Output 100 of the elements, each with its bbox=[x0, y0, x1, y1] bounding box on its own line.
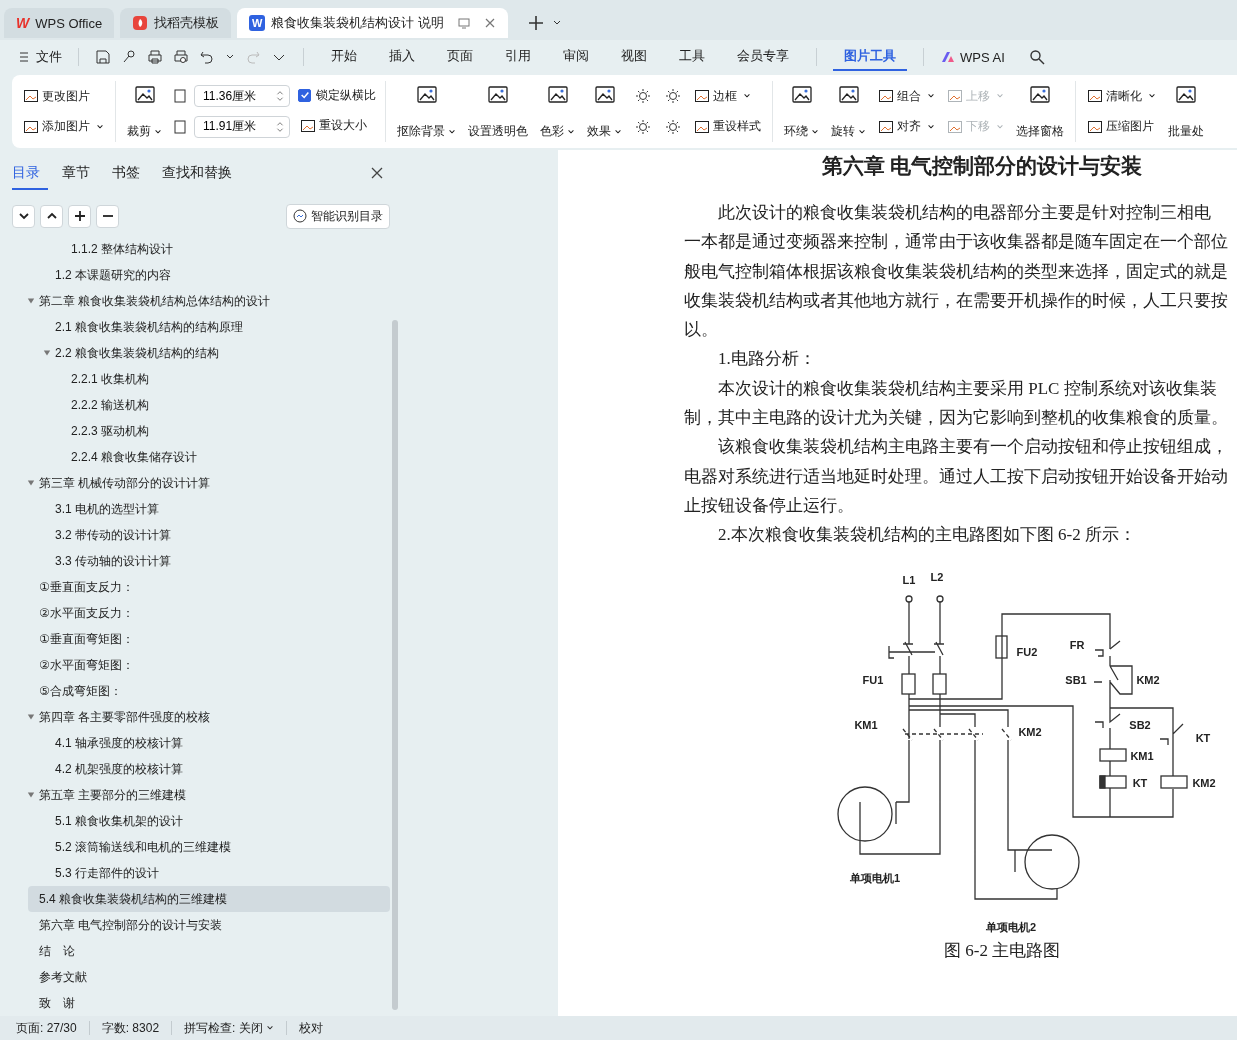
ribbon-button[interactable]: 旋转 bbox=[829, 81, 868, 142]
sidebar-tab[interactable]: 目录 bbox=[12, 156, 48, 190]
spinner-icon[interactable] bbox=[275, 120, 285, 133]
ribbon-button[interactable]: 重设大小 bbox=[298, 115, 369, 137]
ribbon-button[interactable]: 边框 bbox=[692, 85, 753, 107]
size-field[interactable]: 11.36厘米 bbox=[194, 85, 290, 108]
circuit-label: FR bbox=[1069, 638, 1085, 651]
print-icon[interactable] bbox=[147, 49, 163, 65]
chevron-up-button[interactable] bbox=[40, 204, 63, 228]
size-field[interactable]: 11.91厘米 bbox=[194, 115, 290, 138]
ribbon-button[interactable]: 裁剪 bbox=[125, 81, 164, 142]
toc-item[interactable]: 参考文献 bbox=[22, 964, 390, 990]
toc-item[interactable]: 第六章 电气控制部分的设计与安装 bbox=[22, 912, 390, 938]
ribbon-tab[interactable]: 会员专享 bbox=[726, 43, 800, 71]
document-tab[interactable]: W 粮食收集装袋机结构设计 说明 bbox=[237, 8, 508, 38]
toc-item[interactable]: 4.1 轴承强度的校核计算 bbox=[22, 730, 390, 756]
expand-triangle-icon[interactable] bbox=[27, 479, 35, 487]
toc-item[interactable]: 5.3 行走部件的设计 bbox=[22, 860, 390, 886]
toc-item[interactable]: 2.1 粮食收集装袋机结构的结构原理 bbox=[22, 314, 390, 340]
toc-item[interactable]: 5.4 粮食收集装袋机结构的三维建模 bbox=[28, 886, 390, 912]
toc-item[interactable]: 3.2 带传动的设计计算 bbox=[22, 522, 390, 548]
plus-button[interactable] bbox=[68, 204, 91, 228]
scrollbar-thumb[interactable] bbox=[392, 320, 398, 1010]
document-tab[interactable]: 找稻壳模板 bbox=[120, 8, 232, 38]
toc-item[interactable]: 2.2.4 粮食收集储存设计 bbox=[22, 444, 390, 470]
circuit-label: KM1 bbox=[854, 718, 878, 731]
ribbon-tab[interactable]: 插入 bbox=[378, 43, 426, 71]
ribbon-tab[interactable]: 工具 bbox=[668, 43, 716, 71]
monitor-icon[interactable] bbox=[457, 17, 470, 29]
sun-icon bbox=[635, 118, 651, 135]
close-icon[interactable] bbox=[483, 17, 496, 29]
toc-item[interactable]: 2.2.1 收集机构 bbox=[22, 366, 390, 392]
minus-button[interactable] bbox=[96, 204, 119, 228]
toc-item[interactable]: 4.2 机架强度的校核计算 bbox=[22, 756, 390, 782]
undo-icon[interactable] bbox=[199, 49, 215, 65]
toc-item[interactable]: 5.2 滚筒输送线和电机的三维建模 bbox=[22, 834, 390, 860]
toc-item[interactable]: ⑤合成弯矩图： bbox=[22, 678, 390, 704]
document-tab[interactable]: W WPS Office bbox=[4, 8, 115, 38]
ribbon-tab[interactable]: 页面 bbox=[436, 43, 484, 71]
expand-triangle-icon[interactable] bbox=[27, 297, 35, 305]
chevron-down-button[interactable] bbox=[12, 204, 35, 228]
ribbon-button[interactable]: 重设样式 bbox=[692, 116, 763, 138]
ribbon-button[interactable]: 色彩 bbox=[538, 81, 577, 142]
expand-triangle-icon[interactable] bbox=[43, 349, 51, 357]
ribbon-tab[interactable]: 开始 bbox=[320, 43, 368, 71]
save-icon[interactable] bbox=[95, 49, 111, 65]
toc-item[interactable]: ②水平面弯矩图： bbox=[22, 652, 390, 678]
toc-item[interactable]: 3.3 传动轴的设计计算 bbox=[22, 548, 390, 574]
ribbon-tab[interactable]: 引用 bbox=[494, 43, 542, 71]
toc-item[interactable]: 2.2 粮食收集装袋机结构的结构 bbox=[22, 340, 390, 366]
toc-item[interactable]: 5.1 粮食收集机架的设计 bbox=[22, 808, 390, 834]
ribbon-tab[interactable]: 审阅 bbox=[552, 43, 600, 71]
toc-item[interactable]: ①垂直面支反力： bbox=[22, 574, 390, 600]
toc-item[interactable]: ②水平面支反力： bbox=[22, 600, 390, 626]
toc-item[interactable]: 第五章 主要部分的三维建模 bbox=[22, 782, 390, 808]
ribbon-button[interactable]: 环绕 bbox=[782, 81, 821, 142]
toc-item[interactable]: 3.1 电机的选型计算 bbox=[22, 496, 390, 522]
ribbon-button[interactable]: 抠除背景 bbox=[395, 81, 458, 142]
toc-item[interactable]: 第三章 机械传动部分的设计计算 bbox=[22, 470, 390, 496]
proofread-button[interactable]: 校对 bbox=[298, 1019, 323, 1037]
sidebar-tab[interactable]: 章节 bbox=[62, 156, 98, 190]
toc-item[interactable]: 1.2 本课题研究的内容 bbox=[22, 262, 390, 288]
toc-item[interactable]: 结 论 bbox=[22, 938, 390, 964]
ribbon-button[interactable]: 效果 bbox=[585, 81, 624, 142]
picture-icon bbox=[1087, 88, 1103, 105]
search-icon[interactable] bbox=[1028, 49, 1045, 65]
print-preview-icon[interactable] bbox=[173, 49, 189, 65]
expand-triangle-icon[interactable] bbox=[27, 713, 35, 721]
ribbon-button[interactable]: 清晰化 bbox=[1085, 85, 1158, 107]
page-count[interactable]: 页面: 27/30 bbox=[16, 1019, 77, 1037]
ai-button[interactable]: WPS AI bbox=[940, 49, 1005, 65]
plus-icon[interactable] bbox=[527, 15, 544, 31]
ribbon-button[interactable]: 设置透明色 bbox=[466, 81, 530, 142]
ribbon-button[interactable]: 对齐 bbox=[876, 116, 937, 138]
spell-check-button[interactable]: 拼写检查: 关闭 bbox=[184, 1019, 274, 1037]
toc-item[interactable]: 第四章 各主要零部件强度的校核 bbox=[22, 704, 390, 730]
expand-triangle-icon[interactable] bbox=[27, 791, 35, 799]
ribbon-button[interactable]: 更改图片 bbox=[21, 85, 92, 107]
ribbon-button[interactable]: 压缩图片 bbox=[1085, 116, 1156, 138]
toc-item[interactable]: 1.1.2 整体结构设计 bbox=[22, 236, 390, 262]
chevron-down-icon bbox=[17, 210, 30, 222]
sidebar-tab[interactable]: 书签 bbox=[112, 156, 148, 190]
checkbox[interactable]: 锁定纵横比 bbox=[298, 86, 376, 104]
toc-item[interactable]: 2.2.2 输送机构 bbox=[22, 392, 390, 418]
toc-item[interactable]: 2.2.3 驱动机构 bbox=[22, 418, 390, 444]
toc-item[interactable]: 致 谢 bbox=[22, 990, 390, 1016]
spinner-icon[interactable] bbox=[275, 90, 285, 103]
sidebar-tab[interactable]: 查找和替换 bbox=[162, 156, 240, 190]
close-icon[interactable] bbox=[370, 166, 384, 180]
ribbon-button[interactable]: 批量处 bbox=[1166, 81, 1206, 142]
ribbon-tab[interactable]: 图片工具 bbox=[833, 43, 907, 71]
ribbon-tab[interactable]: 视图 bbox=[610, 43, 658, 71]
ribbon-button[interactable]: 添加图片 bbox=[21, 116, 106, 138]
toc-item[interactable]: 第二章 粮食收集装袋机结构总体结构的设计 bbox=[22, 288, 390, 314]
word-count[interactable]: 字数: 8302 bbox=[101, 1019, 160, 1037]
file-menu-button[interactable]: 文件 bbox=[18, 48, 62, 66]
toc-item[interactable]: ①垂直面弯矩图： bbox=[22, 626, 390, 652]
smart-toc-button[interactable]: 智能识别目录 bbox=[286, 203, 390, 229]
ribbon-button[interactable]: 组合 bbox=[876, 85, 937, 107]
ribbon-button[interactable]: 选择窗格 bbox=[1014, 81, 1066, 142]
